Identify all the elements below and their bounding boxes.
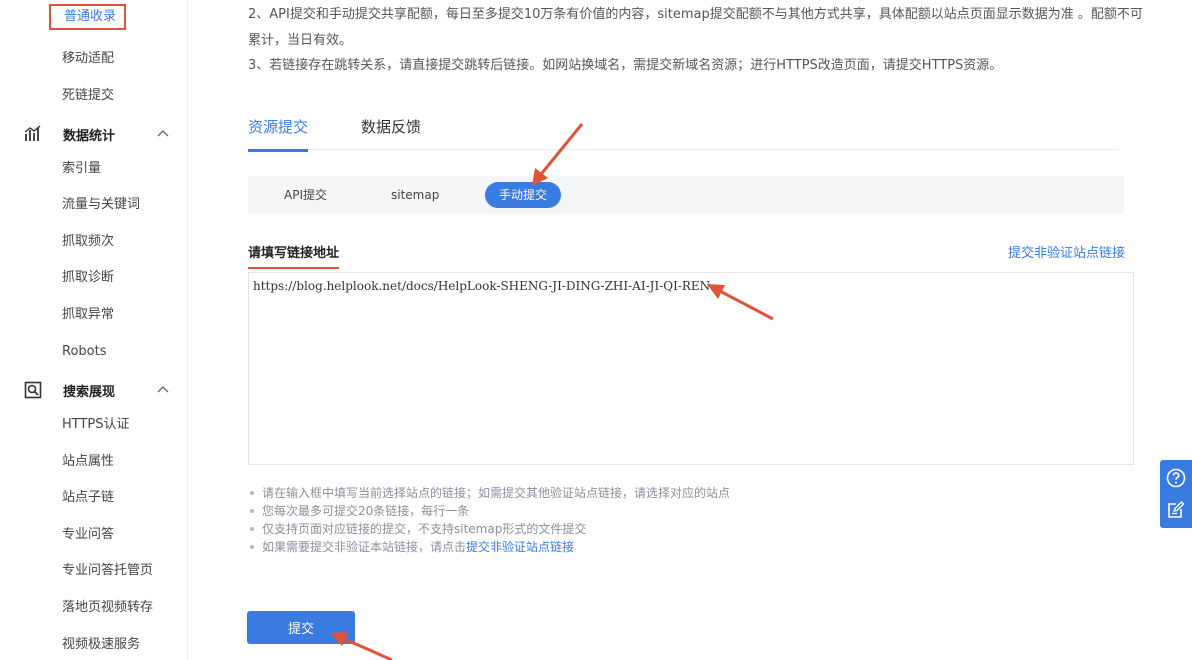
sidebar-item-normal-index[interactable]: 普通收录 (49, 4, 126, 30)
sidebar: 普通收录 移动适配 死链提交 数据统计 索引量 流量与关键词 抓取频次 抓取诊断… (0, 0, 188, 660)
notice-line: 2、API提交和手动提交共享配额，每日至多提交10万条有价值的内容，sitema… (248, 6, 1143, 24)
feedback-icon[interactable] (1166, 500, 1186, 520)
sidebar-item-pro-qa-hosted[interactable]: 专业问答托管页 (62, 562, 153, 580)
sidebar-group-label: 数据统计 (63, 125, 115, 144)
subtab-sitemap[interactable]: sitemap (377, 182, 453, 208)
sidebar-item-mobile-adapt[interactable]: 移动适配 (62, 50, 114, 68)
tip-text: 您每次最多可提交20条链接，每行一条 (262, 504, 469, 518)
sidebar-item-site-attributes[interactable]: 站点属性 (62, 453, 114, 471)
sidebar-item-crawl-diagnosis[interactable]: 抓取诊断 (62, 269, 114, 287)
sidebar-group-label: 搜索展现 (63, 381, 115, 400)
tab-resource-submit[interactable]: 资源提交 (248, 116, 308, 152)
submit-button[interactable]: 提交 (247, 611, 355, 644)
sidebar-item-pro-qa[interactable]: 专业问答 (62, 526, 114, 544)
non-verified-site-link[interactable]: 提交非验证站点链接 (1008, 242, 1125, 261)
bullet-icon (250, 527, 254, 531)
url-field-label: 请填写链接地址 (248, 242, 339, 269)
sidebar-item-video-speed[interactable]: 视频极速服务 (62, 636, 140, 654)
tip-item: 仅支持页面对应链接的提交，不支持sitemap形式的文件提交 (248, 520, 730, 538)
subtab-api-submit[interactable]: API提交 (270, 182, 341, 208)
sidebar-item-index-volume[interactable]: 索引量 (62, 160, 101, 178)
sidebar-item-crawl-frequency[interactable]: 抓取频次 (62, 233, 114, 251)
tips-list: 请在输入框中填写当前选择站点的链接；如需提交其他验证站点链接，请选择对应的站点 … (248, 484, 730, 556)
sidebar-item-dead-link[interactable]: 死链提交 (62, 87, 114, 105)
sidebar-item-robots[interactable]: Robots (62, 343, 106, 361)
sidebar-item-https-cert[interactable]: HTTPS认证 (62, 416, 130, 434)
tip-text: 请在输入框中填写当前选择站点的链接；如需提交其他验证站点链接，请选择对应的站点 (262, 486, 730, 500)
tab-data-feedback[interactable]: 数据反馈 (361, 116, 421, 149)
sidebar-group-data-stats[interactable]: 数据统计 (24, 123, 174, 145)
bullet-icon (250, 491, 254, 495)
url-input[interactable] (248, 272, 1134, 465)
notice-line: 累计，当日有效。 (248, 32, 352, 50)
bullet-icon (250, 509, 254, 513)
sidebar-group-search-display[interactable]: 搜索展现 (24, 379, 174, 401)
chevron-up-icon[interactable] (156, 382, 170, 396)
sidebar-item-site-sublinks[interactable]: 站点子链 (62, 489, 114, 507)
help-icon[interactable] (1166, 468, 1186, 488)
search-display-icon (24, 381, 42, 399)
sidebar-item-crawl-errors[interactable]: 抓取异常 (62, 306, 114, 324)
tip-item: 请在输入框中填写当前选择站点的链接；如需提交其他验证站点链接，请选择对应的站点 (248, 484, 730, 502)
bar-chart-icon (24, 125, 42, 143)
submit-method-tabs: API提交 sitemap 手动提交 (248, 176, 1124, 214)
sidebar-item-traffic-keywords[interactable]: 流量与关键词 (62, 196, 140, 214)
tip-text: 如果需要提交非验证本站链接，请点击 (262, 540, 466, 554)
subtab-manual-submit[interactable]: 手动提交 (485, 182, 561, 208)
tip-non-verified-link[interactable]: 提交非验证站点链接 (466, 540, 574, 554)
tip-item: 您每次最多可提交20条链接，每行一条 (248, 502, 730, 520)
main-tabs: 资源提交 数据反馈 (248, 110, 1118, 150)
sidebar-item-landing-video[interactable]: 落地页视频转存 (62, 599, 153, 617)
tip-text: 仅支持页面对应链接的提交，不支持sitemap形式的文件提交 (262, 522, 586, 536)
chevron-up-icon[interactable] (156, 126, 170, 140)
bullet-icon (250, 545, 254, 549)
floating-toolbar (1160, 460, 1192, 528)
notice-line: 3、若链接存在跳转关系，请直接提交跳转后链接。如网站换域名，需提交新域名资源；进… (248, 57, 1002, 75)
tip-item: 如果需要提交非验证本站链接，请点击提交非验证站点链接 (248, 538, 730, 556)
